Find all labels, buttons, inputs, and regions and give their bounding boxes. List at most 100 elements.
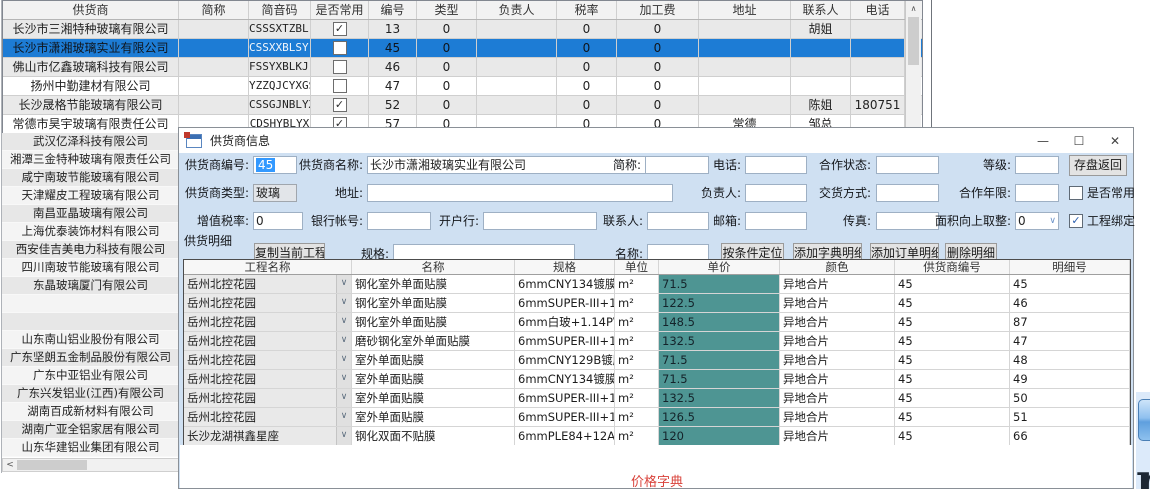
column-header[interactable]: 简称	[179, 1, 249, 19]
minimize-button[interactable]: —	[1025, 128, 1061, 153]
email-input[interactable]	[745, 212, 807, 230]
cell-fee[interactable]: 0	[617, 20, 699, 38]
column-header[interactable]: 电话	[851, 1, 905, 19]
cell-tax[interactable]: 0	[557, 39, 617, 57]
cell-tax[interactable]: 0	[557, 20, 617, 38]
detail-cell-color[interactable]: 异地合片	[780, 389, 895, 407]
scroll-left-icon[interactable]: <	[3, 460, 17, 470]
detail-cell-supplier-no[interactable]: 45	[895, 408, 1010, 426]
column-header[interactable]: 加工费	[617, 1, 699, 19]
column-header[interactable]: 类型	[417, 1, 477, 19]
cell-contact[interactable]	[791, 39, 851, 57]
detail-cell-price[interactable]: 71.5	[659, 275, 780, 293]
detail-cell-price[interactable]: 71.5	[659, 351, 780, 369]
list-item[interactable]: 东晶玻璃厦门有限公司	[2, 277, 179, 295]
detail-column-header[interactable]: 名称	[352, 260, 515, 274]
list-item[interactable]	[2, 313, 179, 331]
cell-no[interactable]: 47	[369, 77, 417, 95]
cell-manager[interactable]	[477, 39, 557, 57]
detail-cell-spec[interactable]: 6mmSUPER-III+12A(硅...	[515, 332, 615, 350]
list-item[interactable]: 四川南玻节能玻璃有限公司	[2, 259, 179, 277]
detail-cell-project[interactable]: 岳州北控花园∨	[184, 389, 352, 407]
cell-supplier[interactable]: 长沙市潇湘玻璃实业有限公司	[3, 39, 179, 57]
cell-phone[interactable]	[851, 58, 905, 76]
maximize-button[interactable]: ☐	[1061, 128, 1097, 153]
detail-row[interactable]: 岳州北控花园∨钢化室外单面贴膜6mm白玻+1.14PVB+6mm...m²148…	[184, 313, 1130, 332]
cell-tax[interactable]: 0	[557, 77, 617, 95]
detail-cell-color[interactable]: 异地合片	[780, 370, 895, 388]
list-item[interactable]: 南昌亚晶玻璃有限公司	[2, 205, 179, 223]
cell-tax[interactable]: 0	[557, 58, 617, 76]
checkbox-icon[interactable]: ✓	[333, 22, 347, 36]
cell-code[interactable]: CSSGJNBLYXGS	[249, 96, 311, 114]
supplier-table-scrollbar[interactable]: ∧	[905, 1, 921, 132]
close-button[interactable]: ✕	[1097, 128, 1133, 153]
cell-phone[interactable]	[851, 77, 905, 95]
cell-fee[interactable]: 0	[617, 96, 699, 114]
chevron-down-icon[interactable]: ∨	[336, 351, 351, 369]
detail-column-header[interactable]: 单价	[659, 260, 780, 274]
column-header[interactable]: 负责人	[477, 1, 557, 19]
list-item[interactable]: 西安佳吉美电力科技有限公司	[2, 241, 179, 259]
cell-common[interactable]: ✓	[311, 96, 369, 114]
detail-cell-project[interactable]: 岳州北控花园∨	[184, 294, 352, 312]
chevron-down-icon[interactable]: ∨	[1049, 213, 1056, 229]
supplier-list-hscrollbar[interactable]: <	[2, 458, 179, 472]
detail-cell-supplier-no[interactable]: 45	[895, 313, 1010, 331]
detail-column-header[interactable]: 明细号	[1010, 260, 1130, 274]
list-item[interactable]: 广东中亚铝业有限公司	[2, 367, 179, 385]
cell-abbr[interactable]	[179, 96, 249, 114]
grade-input[interactable]	[1015, 156, 1059, 174]
cell-manager[interactable]	[477, 96, 557, 114]
detail-cell-name[interactable]: 钢化室外单面贴膜	[352, 294, 515, 312]
detail-row[interactable]: 长沙龙湖祺鑫星座∨钢化双面不贴膜6mmPLE84+12A(硅酮胶...m²120…	[184, 427, 1130, 446]
cell-no[interactable]: 52	[369, 96, 417, 114]
list-item[interactable]: 湖南百成新材料有限公司	[2, 403, 179, 421]
detail-cell-unit[interactable]: m²	[615, 427, 659, 445]
detail-cell-color[interactable]: 异地合片	[780, 294, 895, 312]
cell-code[interactable]: FSSYXBLKJ..	[249, 58, 311, 76]
list-item[interactable]: 广东兴发铝业(江西)有限公司	[2, 385, 179, 403]
detail-cell-name[interactable]: 磨砂钢化室外单面贴膜	[352, 332, 515, 350]
list-item[interactable]: 山东华建铝业集团有限公司	[2, 439, 179, 457]
cell-type[interactable]: 0	[417, 20, 477, 38]
column-header[interactable]: 税率	[557, 1, 617, 19]
cell-abbr[interactable]	[179, 39, 249, 57]
column-header[interactable]: 简音码	[249, 1, 311, 19]
supplier-type-input[interactable]: 玻璃	[253, 184, 297, 202]
detail-cell-price[interactable]: 132.5	[659, 332, 780, 350]
table-row[interactable]: 长沙市三湘特种玻璃有限公司CSSSXTZBL..✓13000胡姐	[3, 20, 922, 39]
detail-cell-project[interactable]: 岳州北控花园∨	[184, 332, 352, 350]
cell-contact[interactable]	[791, 77, 851, 95]
cell-code[interactable]: YZZQJCYXGS	[249, 77, 311, 95]
scroll-up-icon[interactable]: ∧	[906, 1, 921, 16]
chevron-down-icon[interactable]: ∨	[336, 332, 351, 350]
chevron-down-icon[interactable]: ∨	[336, 408, 351, 426]
detail-column-header[interactable]: 供货商编号	[895, 260, 1010, 274]
cell-type[interactable]: 0	[417, 77, 477, 95]
detail-cell-detail-no[interactable]: 50	[1010, 389, 1130, 407]
detail-cell-spec[interactable]: 6mmCNY134镀膜钢化	[515, 370, 615, 388]
detail-cell-name[interactable]: 室外单面贴膜	[352, 370, 515, 388]
cell-supplier[interactable]: 常德市昊宇玻璃有限责任公司	[3, 115, 179, 133]
detail-cell-spec[interactable]: 6mmPLE84+12A(硅酮胶...	[515, 427, 615, 445]
detail-cell-supplier-no[interactable]: 45	[895, 427, 1010, 445]
detail-cell-price[interactable]: 126.5	[659, 408, 780, 426]
detail-cell-name[interactable]: 室外单面贴膜	[352, 389, 515, 407]
detail-cell-color[interactable]: 异地合片	[780, 275, 895, 293]
detail-column-header[interactable]: 规格	[515, 260, 615, 274]
checkbox-icon[interactable]	[333, 41, 347, 55]
common-use-checkbox[interactable]: 是否常用	[1069, 184, 1135, 202]
table-row[interactable]: 佛山市亿鑫玻璃科技有限公司FSSYXBLKJ..46000	[3, 58, 922, 77]
detail-column-header[interactable]: 颜色	[780, 260, 895, 274]
detail-cell-unit[interactable]: m²	[615, 351, 659, 369]
detail-cell-name[interactable]: 室外单面贴膜	[352, 351, 515, 369]
column-header[interactable]: 联系人	[791, 1, 851, 19]
cell-code[interactable]: CSSSXTZBL..	[249, 20, 311, 38]
detail-row[interactable]: 岳州北控花园∨磨砂钢化室外单面贴膜6mmSUPER-III+12A(硅...m²…	[184, 332, 1130, 351]
cell-phone[interactable]: 180751	[851, 96, 905, 114]
scrollbar-thumb[interactable]	[908, 17, 919, 65]
vat-input[interactable]: 0	[253, 212, 303, 230]
detail-cell-unit[interactable]: m²	[615, 389, 659, 407]
detail-cell-color[interactable]: 异地合片	[780, 408, 895, 426]
